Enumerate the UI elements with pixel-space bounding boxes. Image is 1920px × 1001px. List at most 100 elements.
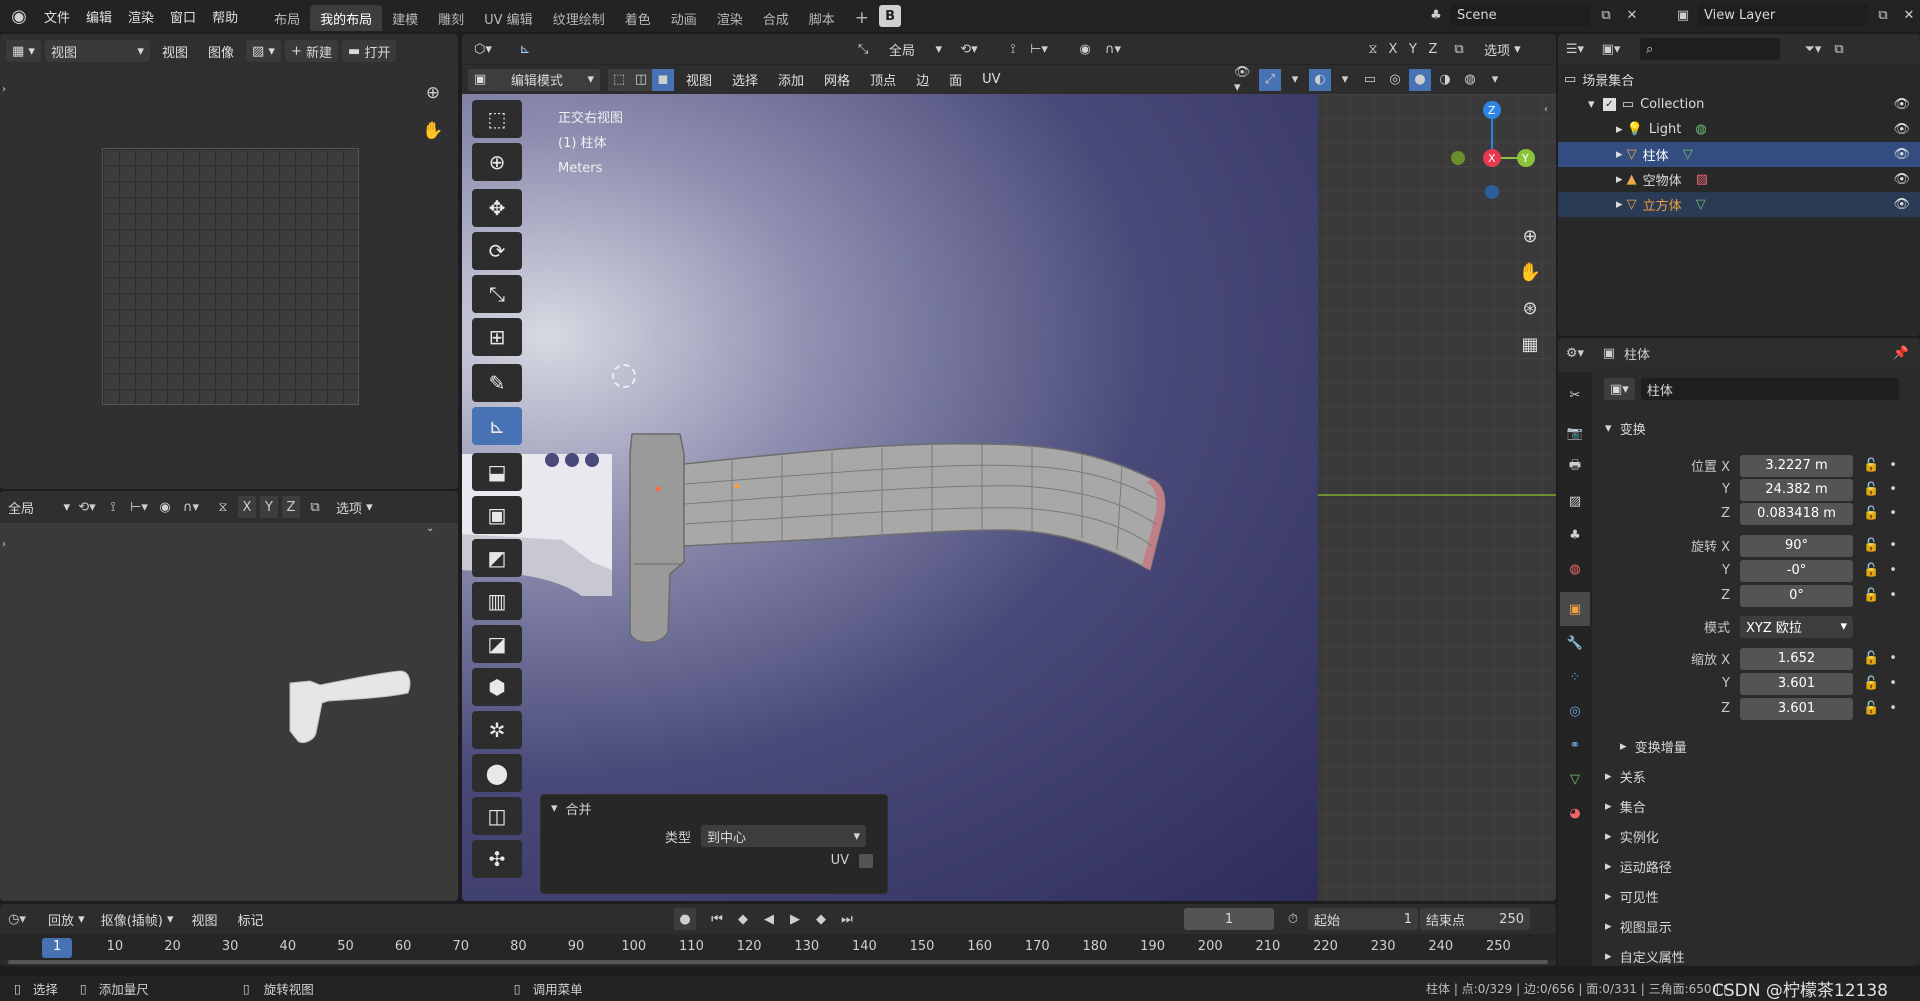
expand-icon[interactable]: ▸ — [1616, 147, 1627, 162]
falloff-curve-icon[interactable]: ∩▾ — [1102, 38, 1124, 60]
spin-tool-icon[interactable]: ✲ — [472, 711, 522, 749]
tool-tab-icon[interactable]: ✂ — [1560, 378, 1590, 412]
snap-type-icon[interactable]: ⊢▾ — [128, 496, 150, 518]
menu-render[interactable]: 渲染 — [120, 0, 162, 32]
scale-z-field[interactable]: 3.601 — [1740, 697, 1853, 720]
pivot-dropdown[interactable]: 全局 ▾ — [6, 496, 72, 518]
menu-view[interactable]: 视图 — [154, 34, 196, 68]
visibility-eye-icon[interactable]: 👁▾ — [1234, 65, 1256, 95]
keyframe-dot-icon[interactable]: • — [1889, 651, 1897, 666]
menu-edit[interactable]: 编辑 — [78, 0, 120, 32]
scene-icon[interactable]: ♣ — [1425, 4, 1447, 26]
lock-icon[interactable]: 🔓 — [1863, 676, 1879, 691]
new-collection-icon[interactable]: ⧉ — [1828, 38, 1850, 60]
render-tab-icon[interactable]: 📷 — [1560, 416, 1590, 450]
scale-x-field[interactable]: 1.652 — [1740, 647, 1853, 670]
outliner-row-empty[interactable]: ▸ ▲ 空物体 ▨ 👁 — [1558, 167, 1920, 192]
eye-icon[interactable]: 👁 — [1893, 97, 1910, 112]
tab-texture-paint[interactable]: 纹理绘制 — [543, 5, 615, 31]
tab-scripting[interactable]: 脚本 — [799, 5, 845, 31]
ortho-grid-icon[interactable]: ▦ — [1512, 326, 1548, 362]
mirror-z-toggle[interactable]: Z — [1424, 38, 1442, 60]
transform-orientation-icon[interactable]: ⟲▾ — [76, 496, 98, 518]
lock-icon[interactable]: 🔓 — [1863, 701, 1879, 716]
menu-add[interactable]: 添加 — [770, 65, 812, 95]
timeline-marker-menu[interactable]: 标记 — [230, 904, 272, 934]
outliner-row-light[interactable]: ▸ 💡 Light ◍ 👁 — [1558, 117, 1920, 142]
extrude-tool-icon[interactable]: ⬓ — [472, 453, 522, 491]
location-z-field[interactable]: 0.083418 m — [1740, 502, 1853, 525]
expand-icon[interactable]: ▸ — [1616, 172, 1627, 187]
keyframe-dot-icon[interactable]: • — [1889, 588, 1897, 603]
orientation-icon[interactable]: ⟲▾ — [958, 38, 980, 60]
object-name-field[interactable]: 柱体 — [1640, 378, 1899, 400]
scale-y-field[interactable]: 3.601 — [1740, 672, 1853, 695]
keying-menu[interactable]: 抠像(插帧) ▾ — [95, 908, 180, 930]
new-view-layer-icon[interactable]: ⧉ — [1872, 4, 1894, 26]
tab-animation[interactable]: 动画 — [661, 5, 707, 31]
expand-icon[interactable]: ▸ — [1616, 122, 1627, 137]
wireframe-shading-icon[interactable]: ◎ — [1384, 69, 1406, 91]
lock-icon[interactable]: 🔓 — [1863, 458, 1879, 473]
eye-icon[interactable]: 👁 — [1893, 147, 1910, 162]
camera-view-icon[interactable]: ⊛ — [1512, 290, 1548, 326]
gizmo-dropdown-icon[interactable]: ▾ — [1284, 69, 1306, 91]
keyframe-dot-icon[interactable]: • — [1889, 506, 1897, 521]
menu-image[interactable]: 图像 — [200, 34, 242, 68]
start-frame-field[interactable]: 起始 1 — [1308, 908, 1418, 930]
transform-tool-icon[interactable]: ⊞ — [472, 318, 522, 356]
outliner-row-cylinder[interactable]: ▸ ▽ 柱体 ▽ 👁 — [1558, 142, 1920, 167]
scene-name-field[interactable]: Scene — [1451, 4, 1591, 26]
physics-tab-icon[interactable]: ◎ — [1560, 694, 1590, 728]
location-y-field[interactable]: 24.382 m — [1740, 478, 1853, 501]
cursor-tool-icon[interactable]: ⊕ — [472, 143, 522, 181]
instancing-section[interactable]: ▸ 实例化 — [1605, 824, 1905, 849]
transform-section-header[interactable]: ▾ 变换 — [1605, 416, 1905, 441]
scene-collection-row[interactable]: ▭ 场景集合 — [1558, 67, 1920, 92]
eye-icon[interactable]: 👁 — [1893, 122, 1910, 137]
xray-icon[interactable]: ▭ — [1359, 69, 1381, 91]
filter-icon[interactable]: ⏷▾ — [1802, 38, 1824, 60]
rotation-mode-dropdown[interactable]: XYZ 欧拉 ▾ — [1740, 615, 1853, 638]
delete-scene-icon[interactable]: ✕ — [1621, 4, 1643, 26]
current-frame-field[interactable]: 1 — [1184, 908, 1274, 930]
topology-mirror-icon[interactable]: ⧉ — [1448, 38, 1470, 60]
axis-y-toggle[interactable]: Y — [260, 496, 278, 518]
bevel-tool-icon[interactable]: ◩ — [472, 539, 522, 577]
tab-my-layout[interactable]: 我的布局 — [310, 5, 383, 31]
overlay-dropdown-icon[interactable]: ▾ — [1334, 69, 1356, 91]
expand-icon[interactable]: ▾ — [1588, 97, 1603, 112]
gizmo-toggle-icon[interactable]: ⤢ — [1259, 68, 1281, 91]
delete-view-layer-icon[interactable]: ✕ — [1898, 4, 1920, 26]
viewport-options-dropdown[interactable]: 选项 ▾ — [1478, 38, 1527, 60]
zoom-icon[interactable]: ⊕ — [418, 78, 448, 108]
tab-compositing[interactable]: 合成 — [753, 5, 799, 31]
gizmo-neg-y[interactable] — [1451, 151, 1465, 165]
knife-tool-icon[interactable]: ◪ — [472, 625, 522, 663]
image-canvas-grid[interactable] — [102, 148, 359, 405]
jump-start-icon[interactable]: ⏮ — [706, 908, 728, 930]
outliner-row-cube[interactable]: ▸ ▽ 立方体 ▽ 👁 — [1558, 192, 1920, 217]
timeline-scrollbar[interactable] — [8, 960, 1548, 964]
viewport-display-section[interactable]: ▸ 视图显示 — [1605, 914, 1905, 939]
collapse-arrow-icon[interactable]: ⌄ — [426, 523, 434, 534]
navigation-gizmo[interactable]: Z Y X — [1432, 94, 1552, 214]
collections-section[interactable]: ▸ 集合 — [1605, 794, 1905, 819]
options-dropdown[interactable]: 选项 ▾ — [330, 496, 379, 518]
view-mode-dropdown[interactable]: 视图 ▾ — [44, 40, 150, 62]
menu-vertex[interactable]: 顶点 — [862, 65, 904, 95]
uv-checkbox[interactable] — [859, 853, 873, 868]
timeline-view-menu[interactable]: 视图 — [184, 904, 226, 934]
modifier-tab-icon[interactable]: 🔧 — [1560, 626, 1590, 660]
custom-properties-section[interactable]: ▸ 自定义属性 — [1605, 944, 1905, 969]
falloff-icon[interactable]: ∩▾ — [180, 496, 202, 518]
new-scene-icon[interactable]: ⧉ — [1595, 4, 1617, 26]
playback-menu[interactable]: 回放 ▾ — [42, 908, 91, 930]
relations-section[interactable]: ▸ 关系 — [1605, 764, 1905, 789]
outliner-row-collection[interactable]: ▾ ✓ ▭ Collection 👁 — [1558, 92, 1920, 117]
lock-icon[interactable]: 🔓 — [1863, 538, 1879, 553]
data-tab-icon[interactable]: ▽ — [1560, 762, 1590, 796]
lock-icon[interactable]: 🔓 — [1863, 651, 1879, 666]
annotate-tool-icon[interactable]: ✎ — [472, 364, 522, 402]
delta-transform-section[interactable]: ▸ 变换增量 — [1620, 734, 1920, 759]
